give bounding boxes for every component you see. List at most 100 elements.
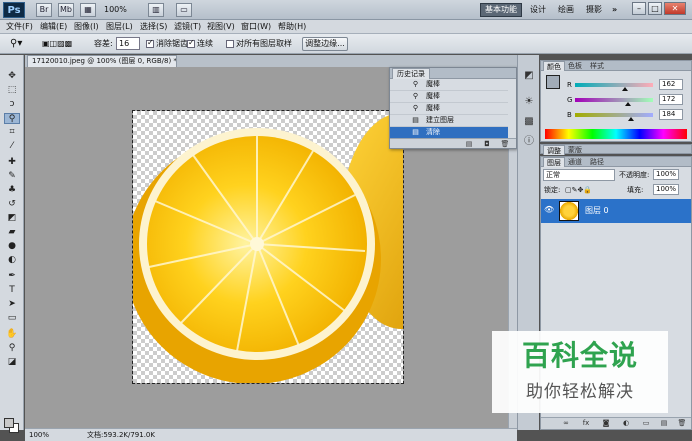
- more-workspaces-button[interactable]: »: [608, 3, 621, 17]
- sample-all-layers-checkbox[interactable]: [226, 40, 234, 48]
- close-button[interactable]: ✕: [664, 2, 686, 15]
- eye-icon[interactable]: 👁: [544, 205, 554, 215]
- workspace-photography-button[interactable]: 摄影: [582, 3, 606, 17]
- bridge-button[interactable]: Br: [36, 3, 52, 17]
- new-layer-icon[interactable]: ▤: [659, 419, 669, 428]
- tab-paths[interactable]: 路径: [587, 157, 607, 167]
- foreground-color-swatch[interactable]: [4, 418, 14, 428]
- marquee-tool-icon[interactable]: ⬚: [4, 85, 20, 96]
- antialias-checkbox[interactable]: [146, 38, 154, 48]
- history-brush-tool-icon[interactable]: ↺: [4, 199, 20, 210]
- workspace-painting-button[interactable]: 绘画: [554, 3, 578, 17]
- contiguous-checkbox[interactable]: [187, 38, 195, 48]
- tab-swatches[interactable]: 色板: [565, 61, 585, 71]
- history-row[interactable]: ⚲ 魔棒: [390, 79, 508, 91]
- color-panel-foreground-swatch[interactable]: [546, 75, 560, 89]
- color-spectrum-bar[interactable]: [545, 129, 687, 139]
- mini-bridge-button[interactable]: Mb: [58, 3, 74, 17]
- new-document-from-state-icon[interactable]: ▤: [464, 140, 474, 149]
- adjustment-layer-icon[interactable]: ◐: [621, 419, 631, 428]
- healing-brush-tool-icon[interactable]: ✚: [4, 157, 20, 168]
- layer-style-icon[interactable]: fx: [581, 419, 591, 428]
- menu-view[interactable]: 视图(V): [207, 21, 235, 33]
- path-selection-tool-icon[interactable]: ➤: [4, 299, 20, 310]
- new-group-icon[interactable]: ▭: [641, 419, 651, 428]
- blue-value-input[interactable]: 184: [659, 109, 683, 120]
- tab-channels[interactable]: 通道: [565, 157, 585, 167]
- link-layers-icon[interactable]: ∞: [561, 419, 571, 428]
- menu-file[interactable]: 文件(F): [6, 21, 33, 33]
- lemon-image-canvas[interactable]: [132, 110, 404, 384]
- refine-edge-button[interactable]: 调整边缘...: [302, 37, 348, 51]
- fill-input[interactable]: 100%: [653, 184, 679, 195]
- magic-wand-tool-icon[interactable]: ⚲▾: [10, 38, 22, 50]
- color-panel-icon[interactable]: ◩: [522, 69, 536, 83]
- tab-layers[interactable]: 图层: [543, 157, 565, 167]
- red-value-input[interactable]: 162: [659, 79, 683, 90]
- zoom-status[interactable]: 100%: [29, 430, 49, 440]
- red-slider-knob[interactable]: [622, 87, 628, 91]
- red-slider-track[interactable]: [575, 83, 653, 87]
- blue-slider-track[interactable]: [575, 113, 653, 117]
- blue-slider-knob[interactable]: [628, 117, 634, 121]
- menu-image[interactable]: 图像(I): [74, 21, 99, 33]
- crop-tool-icon[interactable]: ⌗: [4, 127, 20, 138]
- dodge-tool-icon[interactable]: ◐: [4, 255, 20, 266]
- zoom-level-select[interactable]: 100%: [104, 3, 142, 17]
- menu-filter[interactable]: 滤镜(T): [174, 21, 201, 33]
- tab-styles[interactable]: 样式: [587, 61, 607, 71]
- menu-window[interactable]: 窗口(W): [241, 21, 271, 33]
- type-tool-icon[interactable]: T: [4, 285, 20, 296]
- tab-history[interactable]: 历史记录: [392, 68, 430, 79]
- adjustments-panel-icon[interactable]: ☀: [522, 95, 536, 109]
- workspace-essentials-button[interactable]: 基本功能: [480, 3, 522, 17]
- history-row[interactable]: ▤ 建立图层: [390, 115, 508, 127]
- history-row[interactable]: ⚲ 魔棒: [390, 91, 508, 103]
- move-tool-icon[interactable]: ✥: [4, 71, 20, 82]
- brush-tool-icon[interactable]: ✎: [4, 171, 20, 182]
- menu-edit[interactable]: 编辑(E): [40, 21, 67, 33]
- lock-icons[interactable]: ▢✎✥🔒: [565, 185, 592, 195]
- pen-tool-icon[interactable]: ✒: [4, 271, 20, 282]
- document-tab[interactable]: 17120010.jpeg @ 100% (图层 0, RGB/8) *: [27, 55, 177, 67]
- arrange-documents-button[interactable]: ▥: [148, 3, 164, 17]
- trash-icon[interactable]: 🗑: [500, 140, 510, 149]
- green-value-input[interactable]: 172: [659, 94, 683, 105]
- eraser-tool-icon[interactable]: ◩: [4, 213, 20, 224]
- magic-wand-tool-icon[interactable]: ⚲: [4, 113, 20, 124]
- masks-panel-icon[interactable]: ▩: [522, 115, 536, 129]
- green-slider-knob[interactable]: [625, 102, 631, 106]
- clone-stamp-tool-icon[interactable]: ♣: [4, 185, 20, 196]
- screen-mode-button[interactable]: ▭: [176, 3, 192, 17]
- menu-layer[interactable]: 图层(L): [106, 21, 133, 33]
- layer-name[interactable]: 图层 0: [585, 205, 609, 216]
- shape-tool-icon[interactable]: ▭: [4, 313, 20, 324]
- selection-mode-icons[interactable]: ▣◫▨▩: [42, 38, 72, 50]
- tab-color[interactable]: 颜色: [543, 61, 565, 71]
- tab-adjustments[interactable]: 调整: [543, 145, 565, 155]
- history-row[interactable]: ⚲ 魔棒: [390, 103, 508, 115]
- new-snapshot-icon[interactable]: ◘: [482, 140, 492, 149]
- menu-help[interactable]: 帮助(H): [278, 21, 306, 33]
- hand-tool-icon[interactable]: ✋: [4, 329, 20, 340]
- view-extras-button[interactable]: ▦: [80, 3, 96, 17]
- gradient-tool-icon[interactable]: ▰: [4, 227, 20, 238]
- trash-icon[interactable]: 🗑: [677, 419, 687, 428]
- tab-masks[interactable]: 蒙版: [565, 145, 585, 155]
- opacity-input[interactable]: 100%: [653, 169, 679, 180]
- eyedropper-tool-icon[interactable]: ⁄: [4, 141, 20, 152]
- info-panel-icon[interactable]: ⓘ: [522, 135, 536, 149]
- maximize-button[interactable]: □: [648, 2, 662, 15]
- minimize-button[interactable]: –: [632, 2, 646, 15]
- add-mask-icon[interactable]: ◙: [601, 419, 611, 428]
- tolerance-input[interactable]: 16: [116, 37, 140, 50]
- lasso-tool-icon[interactable]: ↄ: [4, 99, 20, 110]
- menu-select[interactable]: 选择(S): [140, 21, 167, 33]
- default-colors-icon[interactable]: ◪: [4, 357, 20, 368]
- blur-tool-icon[interactable]: ●: [4, 241, 20, 252]
- green-slider-track[interactable]: [575, 98, 653, 102]
- blend-mode-select[interactable]: 正常: [543, 169, 615, 181]
- zoom-tool-icon[interactable]: ⚲: [4, 343, 20, 354]
- layer-row-selected[interactable]: 👁 图层 0: [541, 199, 691, 223]
- workspace-design-button[interactable]: 设计: [526, 3, 550, 17]
